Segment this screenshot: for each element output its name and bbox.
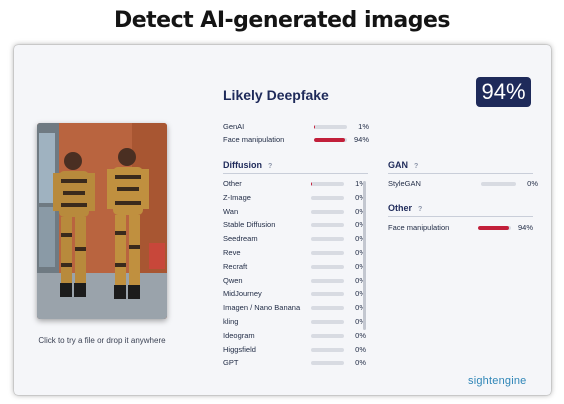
probability-bar xyxy=(478,226,511,230)
probability-row: Recraft 0% xyxy=(223,262,368,272)
probability-value: 0% xyxy=(527,179,538,188)
help-icon[interactable]: ? xyxy=(414,163,418,170)
probability-row: Seedream 0% xyxy=(223,234,368,244)
uploaded-image-dropzone[interactable] xyxy=(37,123,167,319)
other-title: Other? xyxy=(388,203,422,213)
probability-row: kling 0% xyxy=(223,317,368,327)
probability-label: Qwen xyxy=(223,275,243,285)
probability-label: Recraft xyxy=(223,261,248,271)
probability-label: Imagen / Nano Banana xyxy=(223,303,301,313)
probability-bar xyxy=(311,292,344,297)
other-divider xyxy=(388,216,533,217)
probability-label: kling xyxy=(223,317,239,326)
page-headline: Detect AI-generated images xyxy=(113,8,451,33)
probability-bar-fill xyxy=(314,138,346,142)
probability-label: StyleGAN xyxy=(388,179,421,188)
probability-label: GPT xyxy=(223,358,239,368)
probability-bar xyxy=(311,195,344,200)
brand-part-2: engine xyxy=(492,375,527,387)
probability-row: Other 1% xyxy=(223,179,368,189)
probability-label: Other xyxy=(223,179,242,188)
probability-label: Face manipulation xyxy=(388,223,450,232)
gan-title: GAN? xyxy=(388,160,418,170)
gan-divider xyxy=(388,173,533,174)
probability-row: Ideogram 0% xyxy=(223,331,368,341)
probability-value: 0% xyxy=(355,344,366,354)
probability-label: Higgsfield xyxy=(223,344,256,354)
other-title-text: Other xyxy=(388,203,413,213)
score-badge: 94% xyxy=(476,77,531,107)
probability-label: Ideogram xyxy=(223,330,255,340)
probability-bar xyxy=(311,278,344,283)
result-card: Click to try a file or drop it anywhere … xyxy=(14,45,551,395)
probability-bar xyxy=(481,182,516,186)
probability-row: Wan 0% xyxy=(223,207,368,217)
help-icon[interactable]: ? xyxy=(418,206,422,213)
probability-value: 94% xyxy=(353,135,369,144)
probability-row: Reve 0% xyxy=(223,248,368,258)
probability-bar xyxy=(311,237,344,242)
probability-row: Z-Image 0% xyxy=(223,193,368,203)
probability-bar xyxy=(311,333,344,338)
probability-label: GenAI xyxy=(223,122,245,131)
probability-row: GPT 0% xyxy=(223,358,368,368)
probability-row: GenAI 1% xyxy=(223,122,373,132)
probability-label: Seedream xyxy=(223,234,258,244)
probability-bar-fill xyxy=(478,226,510,230)
probability-row: Imagen / Nano Banana 0% xyxy=(223,303,368,313)
diffusion-title: Diffusion? xyxy=(223,160,272,170)
diffusion-scrollbar[interactable] xyxy=(363,181,366,330)
verdict-label: Likely Deepfake xyxy=(223,87,329,103)
probability-row: Face manipulation 94% xyxy=(223,135,373,145)
probability-bar xyxy=(311,182,344,186)
uploaded-photo xyxy=(37,123,167,319)
probability-row: Qwen 0% xyxy=(223,276,368,286)
probability-bar xyxy=(311,209,344,214)
probability-label: Z-Image xyxy=(223,192,251,202)
brand-part-1: sight xyxy=(468,375,493,387)
probability-value: 1% xyxy=(358,122,369,131)
probability-bar xyxy=(311,347,344,352)
probability-label: Face manipulation xyxy=(223,135,285,144)
probability-row: Face manipulation 94% xyxy=(388,223,538,233)
probability-bar xyxy=(311,251,344,255)
probability-bar xyxy=(314,125,347,129)
probability-row: Higgsfield 0% xyxy=(223,345,368,355)
probability-bar xyxy=(311,223,344,228)
help-icon[interactable]: ? xyxy=(268,163,272,170)
gan-title-text: GAN xyxy=(388,160,408,170)
probability-value: 0% xyxy=(355,330,366,340)
probability-bar xyxy=(311,264,344,269)
probability-bar xyxy=(314,138,347,142)
brand-logo[interactable]: sightengine xyxy=(468,375,526,387)
probability-label: Reve xyxy=(223,248,241,257)
diffusion-title-text: Diffusion xyxy=(223,160,262,170)
probability-bar xyxy=(311,320,344,324)
probability-label: MidJourney xyxy=(223,289,262,299)
upload-hint[interactable]: Click to try a file or drop it anywhere xyxy=(34,336,170,345)
probability-value: 94% xyxy=(517,223,533,232)
diffusion-divider xyxy=(223,173,368,174)
probability-value: 0% xyxy=(355,358,366,368)
probability-row: Stable Diffusion 0% xyxy=(223,220,368,230)
probability-bar xyxy=(311,361,344,366)
probability-row: MidJourney 0% xyxy=(223,289,368,299)
probability-label: Stable Diffusion xyxy=(223,220,276,230)
probability-bar xyxy=(311,306,344,311)
probability-row: StyleGAN 0% xyxy=(388,179,538,189)
probability-label: Wan xyxy=(223,206,239,216)
